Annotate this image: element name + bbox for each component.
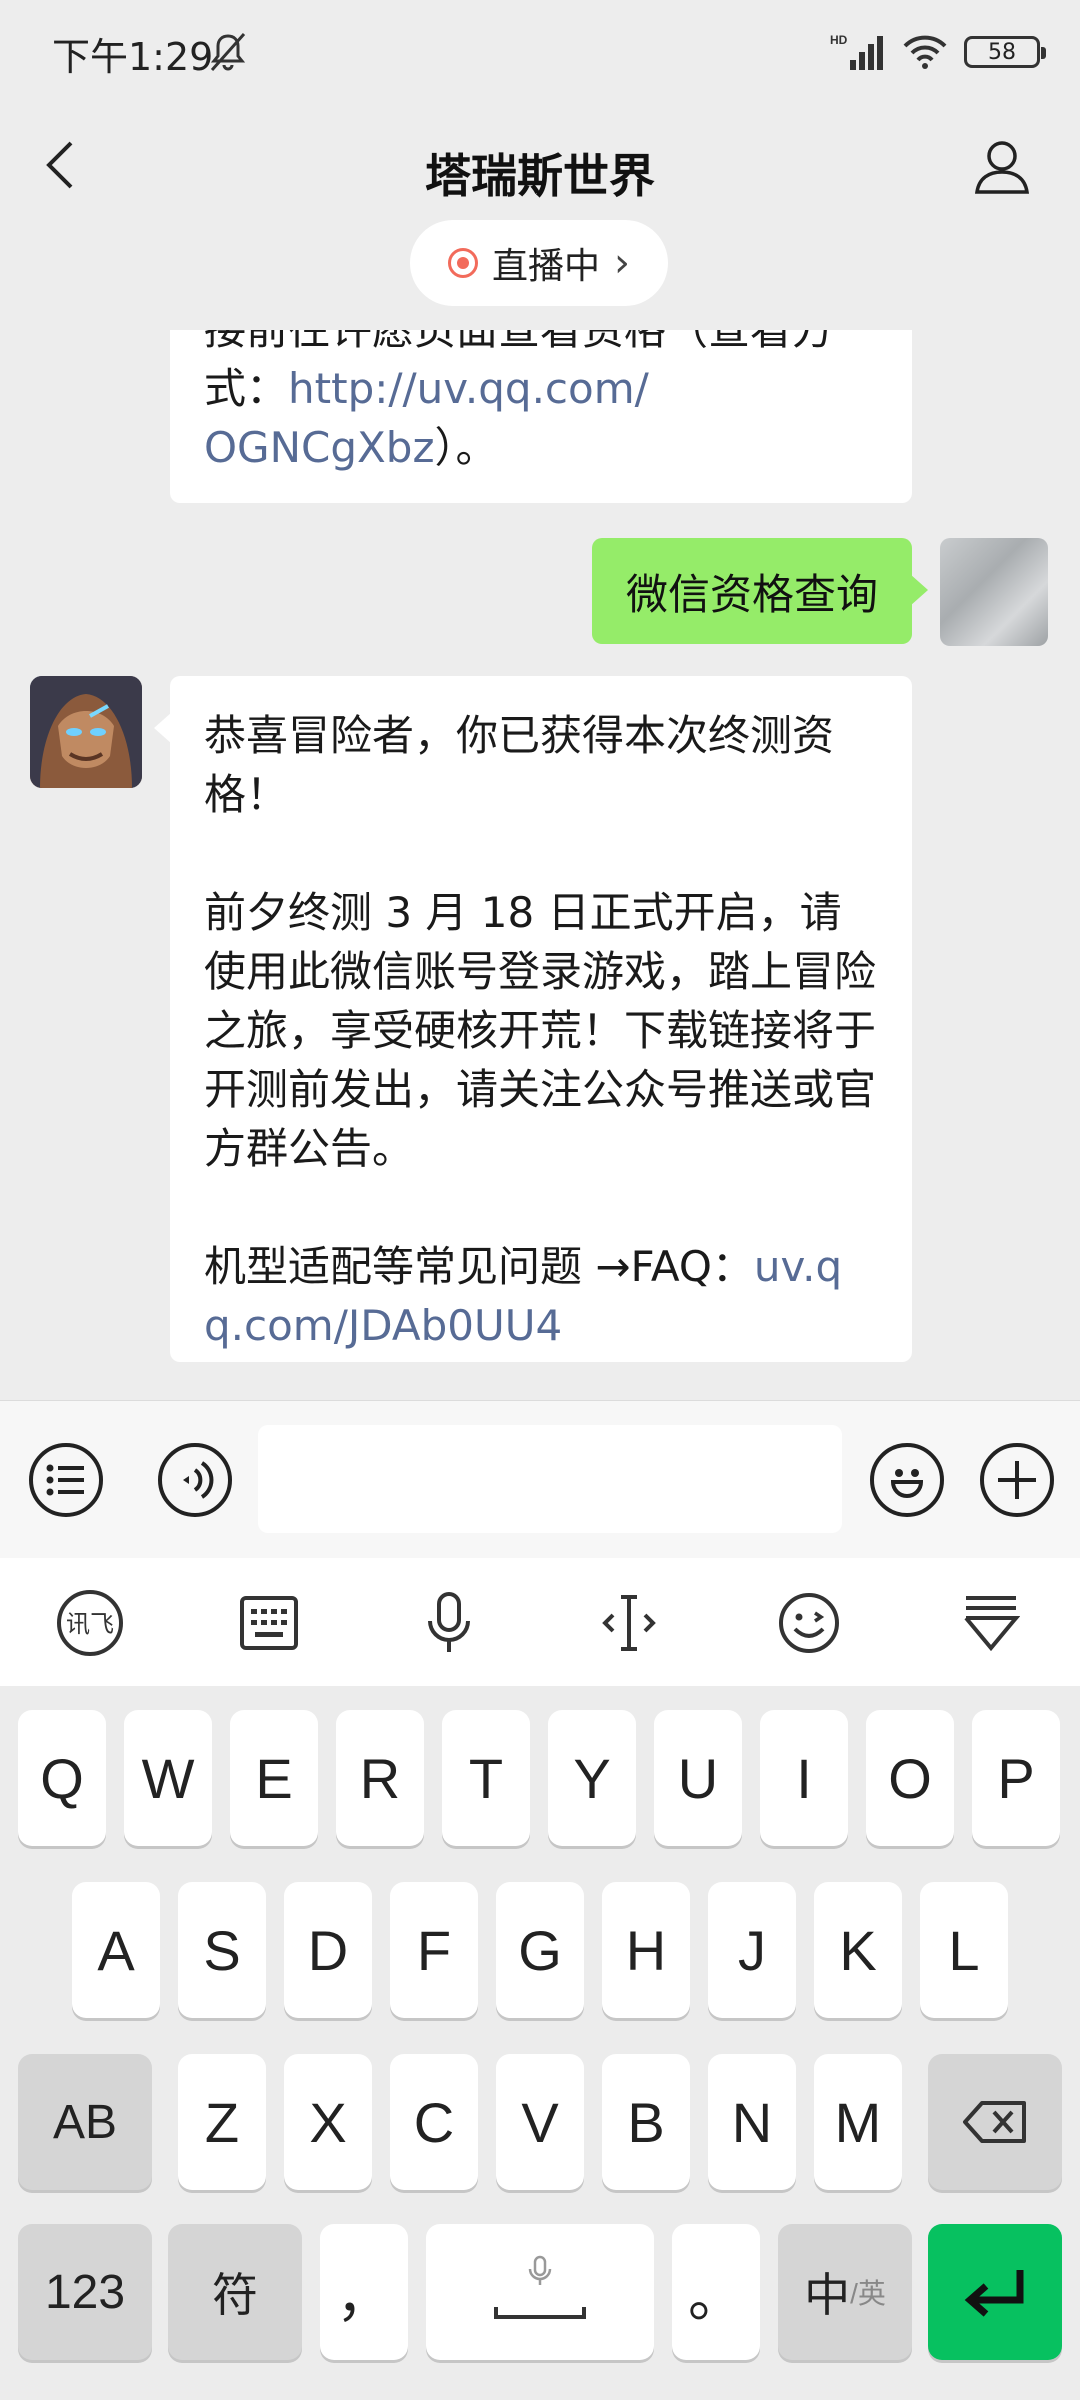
emoticon-button[interactable] [774, 1588, 844, 1658]
microphone-icon [428, 1592, 470, 1652]
key-z[interactable]: Z [178, 2054, 266, 2190]
battery-indicator: 58 [964, 36, 1046, 68]
soft-keyboard: Q W E R T Y U I O P A S D F G H J K L AB… [0, 1686, 1080, 2400]
space-key[interactable] [426, 2224, 654, 2360]
chat-message-list[interactable]: 接前往许愿页面查看资格（查看方 式：http://uv.qq.com/ OGNC… [0, 330, 1080, 1400]
enter-key[interactable] [928, 2224, 1062, 2360]
lang-main-label: 中 [804, 2269, 851, 2321]
numbers-key[interactable]: 123 [18, 2224, 152, 2360]
key-g[interactable]: G [496, 1882, 584, 2018]
shift-key[interactable]: AB [18, 2054, 152, 2190]
key-a[interactable]: A [72, 1882, 160, 2018]
key-y[interactable]: Y [548, 1710, 636, 1846]
signal-icon: HD [830, 33, 883, 70]
key-r[interactable]: R [336, 1710, 424, 1846]
backspace-icon [963, 2101, 1026, 2143]
lang-sub-label: /英 [850, 2278, 886, 2309]
voice-input-button[interactable] [414, 1588, 484, 1658]
collapse-keyboard-icon [964, 1596, 1020, 1652]
key-t[interactable]: T [442, 1710, 530, 1846]
emoji-button[interactable] [870, 1443, 944, 1517]
key-b[interactable]: B [602, 2054, 690, 2190]
key-e[interactable]: E [230, 1710, 318, 1846]
key-l[interactable]: L [920, 1882, 1008, 2018]
key-f[interactable]: F [390, 1882, 478, 2018]
period-key[interactable]: 。 [672, 2224, 760, 2360]
keyboard-layout-button[interactable] [234, 1588, 304, 1658]
live-dot-icon [447, 248, 478, 278]
space-mic-icon [494, 2255, 586, 2319]
message-link-continued[interactable]: OGNCgXbz [204, 423, 435, 472]
comma-key[interactable]: ， [320, 2224, 408, 2360]
language-switch-key[interactable]: 中/英 [778, 2224, 912, 2360]
key-i[interactable]: I [760, 1710, 848, 1846]
key-c[interactable]: C [390, 2054, 478, 2190]
key-n[interactable]: N [708, 2054, 796, 2190]
keyboard-toolbar: 讯飞 [0, 1558, 1080, 1686]
key-v[interactable]: V [496, 2054, 584, 2190]
key-p[interactable]: P [972, 1710, 1060, 1846]
mute-icon [210, 33, 246, 71]
status-icons: HD 58 [830, 30, 1046, 74]
add-button[interactable] [980, 1443, 1054, 1517]
ifly-icon: 讯飞 [57, 1590, 123, 1656]
message-input[interactable] [258, 1425, 842, 1533]
bot-avatar[interactable] [30, 676, 142, 788]
key-u[interactable]: U [654, 1710, 742, 1846]
message-paragraph-3: 机型适配等常见问题 →FAQ：uv.qq.com/JDAb0UU4 [204, 1242, 843, 1350]
symbols-key[interactable]: 符 [168, 2224, 302, 2360]
message-paragraph-1: 恭喜冒险者，你已获得本次终测资格！ [204, 711, 835, 819]
battery-level: 58 [988, 39, 1016, 65]
chat-input-bar [0, 1400, 1080, 1558]
chevron-right-icon: › [614, 240, 630, 286]
message-text: 微信资格查询 [625, 569, 878, 619]
plus-icon [998, 1461, 1036, 1499]
key-q[interactable]: Q [18, 1710, 106, 1846]
live-label: 直播中 [491, 246, 600, 287]
status-bar: 下午1:29 HD 58 [0, 0, 1080, 100]
chat-header: 塔瑞斯世界 直播中 › [0, 100, 1080, 306]
enter-icon [964, 2270, 1024, 2317]
svg-text:HD: HD [830, 33, 848, 47]
keyboard-icon [240, 1596, 298, 1650]
message-link[interactable]: http://uv.qq.com/ [288, 364, 649, 413]
bot-avatar-image [30, 676, 142, 788]
voice-button[interactable] [158, 1443, 232, 1517]
hide-keyboard-button[interactable] [956, 1588, 1026, 1658]
key-d[interactable]: D [284, 1882, 372, 2018]
list-icon [46, 1464, 84, 1496]
emoji-icon [890, 1469, 924, 1498]
voice-icon [183, 1461, 214, 1499]
chat-title: 塔瑞斯世界 [425, 149, 655, 203]
wink-emoji-icon [779, 1593, 839, 1653]
live-status-button[interactable]: 直播中 › [410, 220, 668, 306]
backspace-key[interactable] [928, 2054, 1062, 2190]
status-time: 下午1:29 [52, 35, 214, 79]
key-o[interactable]: O [866, 1710, 954, 1846]
key-w[interactable]: W [124, 1710, 212, 1846]
svg-text:讯飞: 讯飞 [66, 1610, 114, 1638]
wifi-icon [903, 35, 947, 69]
outgoing-message[interactable]: 微信资格查询 [591, 538, 929, 644]
key-m[interactable]: M [814, 2054, 902, 2190]
chat-info-button[interactable] [962, 122, 1042, 212]
key-x[interactable]: X [284, 2054, 372, 2190]
incoming-message-partial: 接前往许愿页面查看资格（查看方 式：http://uv.qq.com/ OGNC… [170, 330, 912, 503]
key-k[interactable]: K [814, 1882, 902, 2018]
user-avatar[interactable] [940, 538, 1048, 646]
key-s[interactable]: S [178, 1882, 266, 2018]
key-j[interactable]: J [708, 1882, 796, 2018]
cursor-move-icon [602, 1595, 656, 1651]
ifly-button[interactable]: 讯飞 [55, 1588, 125, 1658]
user-icon [974, 141, 1030, 194]
menu-button[interactable] [29, 1443, 103, 1517]
message-text: 接前往许愿页面查看资格（查看方 式：http://uv.qq.com/ OGNC… [204, 330, 834, 472]
key-h[interactable]: H [602, 1882, 690, 2018]
message-paragraph-2: 前夕终测 3 月 18 日正式开启，请使用此微信账号登录游戏，踏上冒险之旅，享受… [204, 888, 877, 1173]
incoming-message[interactable]: 恭喜冒险者，你已获得本次终测资格！ 前夕终测 3 月 18 日正式开启，请使用此… [154, 676, 912, 1362]
cursor-button[interactable] [594, 1588, 664, 1658]
